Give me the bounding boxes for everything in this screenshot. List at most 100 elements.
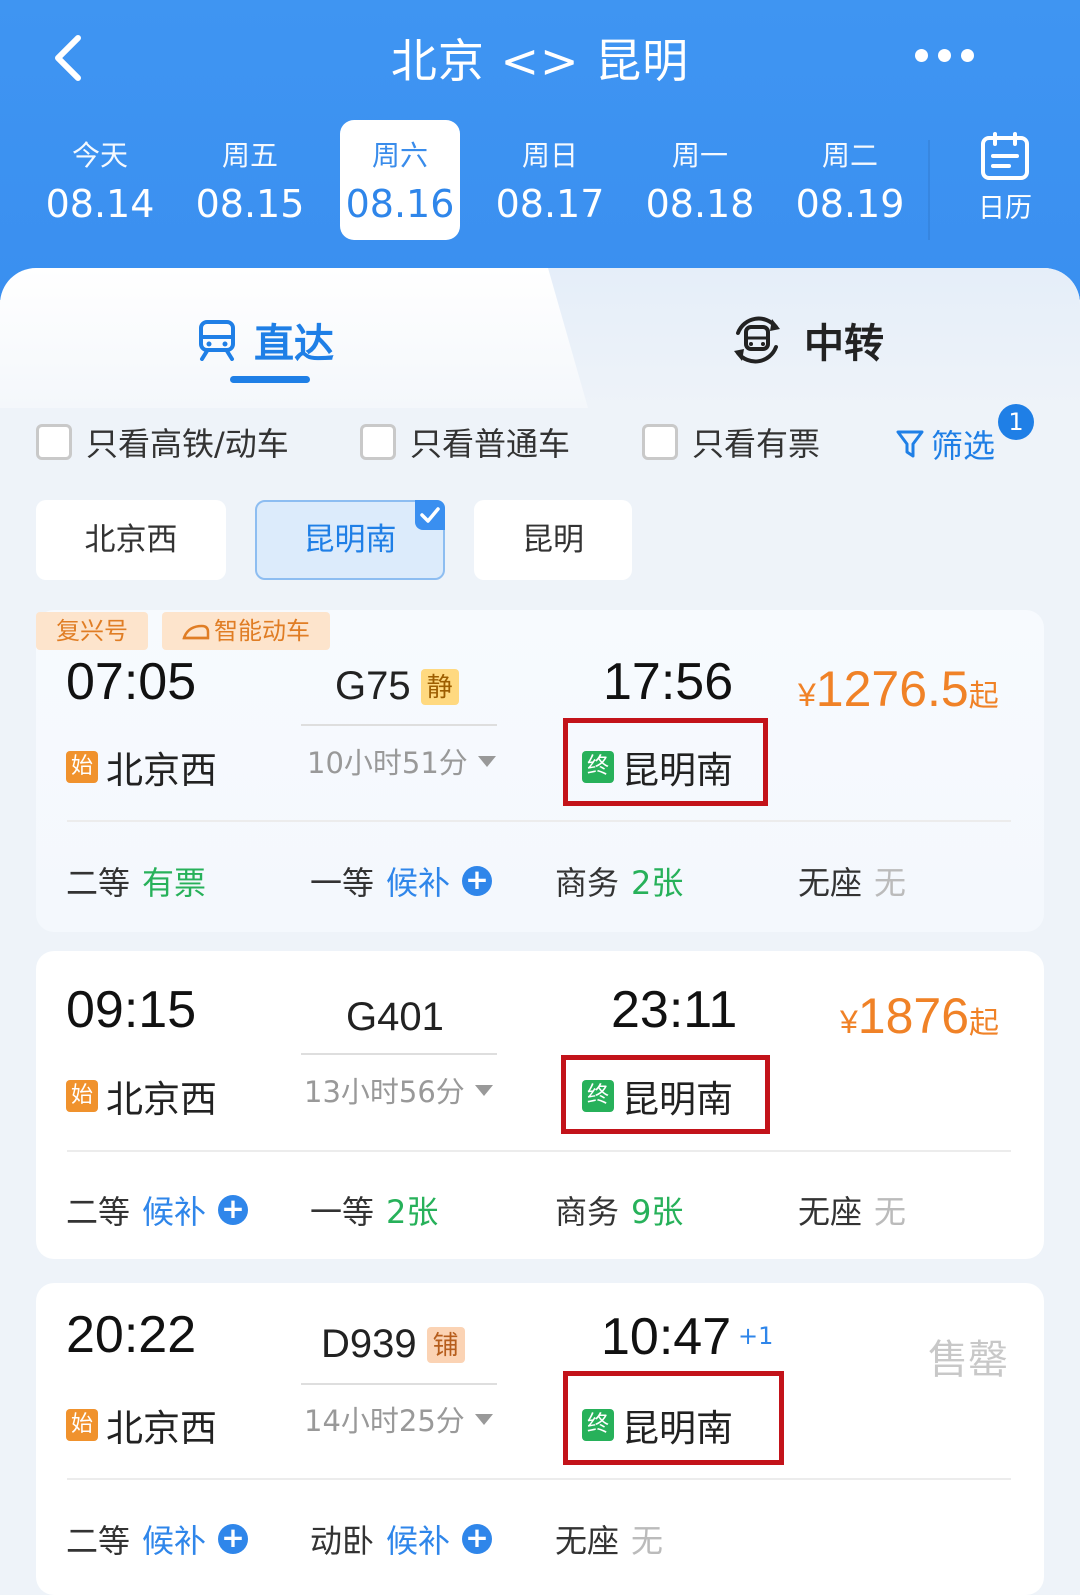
- seat-business-class: 商务 2张: [555, 858, 683, 904]
- seat-status: 有票: [142, 864, 207, 902]
- date-weekday: 周五: [221, 139, 278, 172]
- dot-icon: [915, 48, 928, 62]
- filter-available-label: 只看有票: [692, 425, 821, 463]
- duration-line: [301, 1383, 497, 1385]
- duration-text: 10小时51分: [307, 746, 468, 780]
- seat-type: 无座: [798, 1193, 863, 1231]
- plus-circle-icon[interactable]: +: [218, 1195, 249, 1225]
- calendar-label: 日历: [978, 193, 1032, 224]
- duration[interactable]: 10小时51分: [307, 740, 496, 782]
- date-value: 08.19: [795, 182, 905, 226]
- seat-status: 候补: [142, 1522, 207, 1560]
- departure-station: 始 北京西: [66, 1069, 217, 1123]
- seat-type: 二等: [66, 1193, 131, 1231]
- station-chip-kunming[interactable]: 昆明: [474, 500, 632, 580]
- price-suffix: 起: [969, 1006, 1000, 1041]
- seat-status: 9张: [631, 1193, 684, 1231]
- sleeper-tag: 铺: [426, 1326, 465, 1363]
- duration-line: [301, 724, 497, 726]
- duration[interactable]: 14小时25分: [304, 1398, 493, 1440]
- calendar-button[interactable]: 日历: [960, 132, 1050, 232]
- train-icon: [182, 624, 210, 640]
- plus-circle-icon[interactable]: +: [462, 1524, 493, 1554]
- tab-direct-label: 直达: [254, 321, 334, 367]
- highlight-box: [563, 718, 768, 806]
- dot-icon: [938, 48, 951, 62]
- divider: [67, 820, 1011, 822]
- filter-bar: 只看高铁/动车 只看普通车 只看有票 筛选: [0, 408, 1080, 478]
- date-weekday: 今天: [71, 139, 128, 172]
- seat-status: 候补: [386, 1522, 451, 1560]
- header: 北京 <> 昆明 今天 08.14 周五 08.15 周六 08.16 周日 0…: [0, 0, 1080, 300]
- date-selector: 今天 08.14 周五 08.15 周六 08.16 周日 08.17 周一 0…: [0, 120, 1080, 240]
- duration-text: 14小时25分: [304, 1404, 465, 1438]
- start-badge: 始: [66, 751, 98, 783]
- filter-button-label: 筛选: [931, 427, 996, 465]
- filter-available-checkbox[interactable]: 只看有票: [642, 422, 821, 463]
- station-chip-beijingxi[interactable]: 北京西: [36, 500, 226, 580]
- start-badge: 始: [66, 1080, 98, 1112]
- filter-button[interactable]: 筛选: [895, 424, 996, 465]
- dot-icon: [961, 48, 974, 62]
- seat-type: 二等: [66, 864, 131, 902]
- plus-circle-icon[interactable]: +: [218, 1524, 249, 1554]
- plus-circle-icon[interactable]: +: [462, 866, 493, 896]
- price: ¥1276.5起: [798, 660, 999, 718]
- seat-first-class[interactable]: 一等 候补 +: [310, 858, 493, 904]
- train-number-text: G401: [346, 995, 444, 1039]
- tab-direct[interactable]: 直达: [196, 310, 334, 370]
- seat-no-seat: 无座 无: [555, 1516, 663, 1562]
- more-options-button[interactable]: [915, 40, 985, 70]
- departure-station-name: 北京西: [106, 1078, 217, 1121]
- date-weekday: 周日: [521, 139, 578, 172]
- arrival-time: 10:47: [601, 1308, 732, 1366]
- seat-sleeper[interactable]: 动卧 候补 +: [310, 1516, 493, 1562]
- divider: [67, 1150, 1011, 1152]
- price: ¥1876起: [840, 987, 999, 1045]
- checkbox-icon: [642, 424, 678, 460]
- price-amount: 1276.5: [815, 661, 969, 717]
- departure-station-name: 北京西: [106, 749, 217, 792]
- date-weekday: 周一: [671, 139, 728, 172]
- price-suffix: 起: [968, 679, 999, 714]
- date-weekday: 周六: [371, 139, 428, 172]
- date-value: 08.16: [345, 182, 455, 226]
- price-currency: ¥: [840, 1004, 858, 1040]
- seat-second-class: 二等 有票: [66, 858, 206, 904]
- seat-type: 动卧: [310, 1522, 375, 1560]
- seat-type: 一等: [310, 1193, 375, 1231]
- seat-status: 无: [631, 1522, 664, 1560]
- duration-text: 13小时56分: [304, 1075, 465, 1109]
- filter-high-speed-label: 只看高铁/动车: [86, 425, 289, 463]
- train-number: G75 静: [335, 664, 459, 709]
- seat-second-class[interactable]: 二等 候补 +: [66, 1187, 249, 1233]
- divider: [67, 1478, 1011, 1480]
- tab-transfer[interactable]: 中转: [728, 308, 884, 372]
- departure-station: 始 北京西: [66, 740, 217, 794]
- departure-station-name: 北京西: [106, 1407, 217, 1450]
- highlight-box: [561, 1055, 770, 1134]
- calendar-icon: [981, 132, 1029, 180]
- date-tab[interactable]: 周二 08.19: [790, 120, 910, 240]
- price-currency: ¥: [798, 677, 816, 713]
- fuxing-tag: 复兴号: [36, 612, 148, 650]
- date-value: 08.18: [645, 182, 755, 226]
- arrival-time: 23:11: [611, 981, 738, 1039]
- filter-high-speed-checkbox[interactable]: 只看高铁/动车: [36, 422, 289, 463]
- seat-status: 候补: [386, 864, 451, 902]
- smart-train-tag: 智能动车: [162, 612, 330, 650]
- start-badge: 始: [66, 1409, 98, 1441]
- seat-second-class[interactable]: 二等 候补 +: [66, 1516, 249, 1562]
- date-tab[interactable]: 周五 08.15: [190, 120, 310, 240]
- price-amount: 1876: [857, 988, 970, 1044]
- date-tab[interactable]: 周日 08.17: [490, 120, 610, 240]
- date-tab[interactable]: 今天 08.14: [40, 120, 160, 240]
- date-tab[interactable]: 周一 08.18: [640, 120, 760, 240]
- departure-time: 09:15: [66, 981, 197, 1039]
- date-tab-selected[interactable]: 周六 08.16: [340, 120, 460, 240]
- seat-status: 2张: [631, 864, 684, 902]
- duration[interactable]: 13小时56分: [304, 1069, 493, 1111]
- arrival-time: 17:56: [603, 653, 734, 711]
- train-tags: 复兴号 智能动车: [36, 612, 330, 650]
- filter-regular-checkbox[interactable]: 只看普通车: [360, 422, 570, 463]
